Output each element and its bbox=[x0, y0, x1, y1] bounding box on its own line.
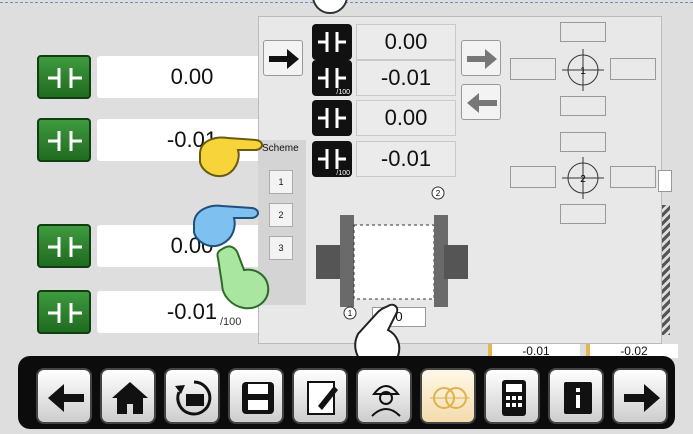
flange-left bbox=[340, 215, 354, 307]
back-button[interactable] bbox=[461, 84, 501, 120]
home-button[interactable] bbox=[100, 368, 156, 424]
target2-top-box bbox=[560, 132, 606, 152]
left-reading-unit-4: /100 bbox=[220, 316, 242, 328]
target1-right-box bbox=[610, 58, 656, 80]
measure-unit-2: /100 bbox=[336, 89, 350, 96]
measure-unit-4: /100 bbox=[336, 170, 350, 177]
alignment-button[interactable] bbox=[420, 368, 476, 424]
coupling-icon bbox=[48, 303, 82, 323]
target-1-label: 1 bbox=[580, 66, 586, 77]
info-icon bbox=[564, 382, 592, 414]
arrow-right-icon bbox=[269, 49, 299, 69]
coupling-icon bbox=[48, 237, 82, 257]
save-icon bbox=[242, 382, 274, 414]
center-reading-3: 0.00 bbox=[356, 100, 456, 136]
coupling-body bbox=[353, 224, 435, 300]
sensor-button-3[interactable] bbox=[37, 224, 91, 268]
target1-left-box bbox=[510, 58, 556, 80]
center-reading-4: -0.01 bbox=[356, 141, 456, 177]
top-tab-indicator bbox=[312, 0, 348, 14]
send-right-button[interactable] bbox=[263, 40, 303, 76]
target1-bottom-box bbox=[560, 96, 606, 116]
target1-top-box bbox=[560, 22, 606, 42]
coupling-icon bbox=[48, 68, 82, 88]
coupling-icon bbox=[318, 149, 346, 169]
measure-icon-4[interactable]: /100 bbox=[312, 141, 352, 177]
notes-button[interactable] bbox=[292, 368, 348, 424]
green-pointing-hand-icon bbox=[216, 245, 270, 310]
coupling-icon bbox=[318, 32, 346, 52]
sensor-button-1[interactable] bbox=[37, 55, 91, 99]
target-1-icon: 1 bbox=[562, 49, 604, 91]
hatched-rail bbox=[662, 205, 670, 335]
target-2-label: 2 bbox=[580, 174, 586, 185]
target2-left-box bbox=[510, 166, 556, 188]
save-button[interactable] bbox=[228, 368, 284, 424]
arrow-left-icon bbox=[467, 93, 497, 113]
sensor-button-4[interactable] bbox=[37, 290, 91, 334]
center-reading-1: 0.00 bbox=[356, 24, 456, 60]
target2-bottom-box bbox=[560, 204, 606, 224]
rotate-button[interactable] bbox=[164, 368, 220, 424]
arrow-right-icon bbox=[467, 49, 497, 69]
forward-button[interactable] bbox=[461, 40, 501, 76]
coupling-icon bbox=[318, 108, 346, 128]
next-nav-button[interactable] bbox=[612, 368, 668, 424]
right-edge-box bbox=[658, 170, 672, 192]
shaft-right bbox=[444, 245, 468, 279]
operator-icon bbox=[371, 385, 401, 417]
scheme-option-2[interactable]: 2 bbox=[269, 203, 293, 227]
center-reading-2: -0.01 bbox=[356, 60, 456, 96]
scheme-option-1[interactable]: 1 bbox=[269, 170, 293, 194]
target2-right-box bbox=[610, 166, 656, 188]
arrow-left-icon bbox=[48, 384, 84, 412]
sensor-button-2[interactable] bbox=[37, 118, 91, 162]
yellow-pointing-hand-icon bbox=[199, 136, 263, 178]
target-2-icon: 2 bbox=[562, 157, 604, 199]
info-button[interactable] bbox=[548, 368, 604, 424]
scheme-label: Scheme bbox=[262, 143, 299, 154]
rotate-icon bbox=[175, 380, 212, 416]
calculator-icon bbox=[502, 380, 526, 416]
arrow-right-icon bbox=[624, 384, 660, 412]
back-nav-button[interactable] bbox=[36, 368, 92, 424]
marker-2-label: 2 bbox=[436, 189, 441, 198]
target-icon bbox=[430, 387, 470, 409]
home-icon bbox=[112, 382, 148, 414]
coupling-icon bbox=[318, 68, 346, 88]
measure-icon-3[interactable] bbox=[312, 100, 352, 136]
measure-icon-2[interactable]: /100 bbox=[312, 60, 352, 96]
operator-button[interactable] bbox=[356, 368, 412, 424]
notes-icon bbox=[307, 381, 338, 415]
calculator-button[interactable] bbox=[484, 368, 540, 424]
coupling-icon bbox=[48, 131, 82, 151]
measure-icon-1[interactable] bbox=[312, 24, 352, 60]
